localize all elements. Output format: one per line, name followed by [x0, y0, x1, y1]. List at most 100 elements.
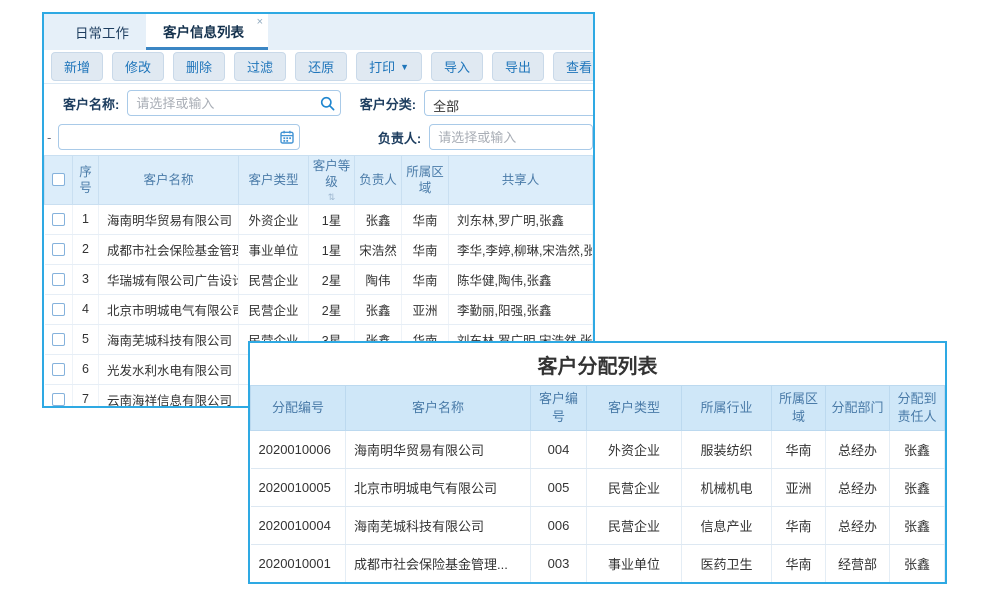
- owner-label: 负责人:: [378, 128, 421, 147]
- sort-icon[interactable]: ⇅: [310, 193, 353, 202]
- row-index: 2: [73, 234, 99, 264]
- add-button[interactable]: 新增: [51, 52, 103, 81]
- row-index: 4: [73, 294, 99, 324]
- region: 华南: [772, 507, 826, 545]
- assignee-link[interactable]: 张鑫: [890, 431, 945, 469]
- customer-type: 外资企业: [239, 204, 309, 234]
- select-all-checkbox[interactable]: [52, 173, 65, 186]
- col-header-customer-type: 客户类型: [587, 386, 682, 431]
- customer-type: 事业单位: [587, 545, 682, 583]
- customer-type: 民营企业: [587, 507, 682, 545]
- department: 经营部: [826, 545, 890, 583]
- customer-name-link[interactable]: 海南明华贸易有限公司: [99, 204, 239, 234]
- table-row: 2020010006 海南明华贸易有限公司 004 外资企业 服装纺织 华南 总…: [251, 431, 945, 469]
- table-row: 4 北京市明城电气有限公司 民营企业 2星 张鑫 亚洲 李勤丽,阳强,张鑫: [45, 294, 593, 324]
- row-checkbox[interactable]: [52, 393, 65, 406]
- owner-link[interactable]: 宋浩然: [355, 234, 402, 264]
- customer-name-link[interactable]: 成都市社会保险基金管理...: [346, 545, 531, 583]
- region: 华南: [402, 264, 449, 294]
- owner-link[interactable]: 张鑫: [355, 294, 402, 324]
- allocation-no-link[interactable]: 2020010004: [251, 507, 346, 545]
- row-index: 7: [73, 384, 99, 408]
- customer-name-link[interactable]: 海南芜城科技有限公司: [346, 507, 531, 545]
- region: 华南: [402, 204, 449, 234]
- col-header-customer-no: 客户编号: [531, 386, 587, 431]
- customer-category-label: 客户分类:: [360, 94, 416, 113]
- tab-label: 客户信息列表: [163, 21, 244, 41]
- export-button[interactable]: 导出: [492, 52, 544, 81]
- customer-no: 003: [531, 545, 587, 583]
- assignee-link[interactable]: 张鑫: [890, 507, 945, 545]
- customer-name-link[interactable]: 海南明华贸易有限公司: [346, 431, 531, 469]
- allocation-no-link[interactable]: 2020010006: [251, 431, 346, 469]
- table-row: 2 成都市社会保险基金管理... 事业单位 1星 宋浩然 华南 李华,李婷,柳琳…: [45, 234, 593, 264]
- tab-bar: 日常工作 客户信息列表 ×: [44, 14, 593, 50]
- delete-button[interactable]: 删除: [173, 52, 225, 81]
- col-header-customer-name: 客户名称: [346, 386, 531, 431]
- row-index: 6: [73, 354, 99, 384]
- modify-button[interactable]: 修改: [112, 52, 164, 81]
- tab-close-icon[interactable]: ×: [257, 16, 263, 28]
- customer-no: 006: [531, 507, 587, 545]
- import-button[interactable]: 导入: [431, 52, 483, 81]
- tab-label: 日常工作: [75, 22, 129, 42]
- date-input[interactable]: [58, 124, 300, 150]
- owner-link[interactable]: 陶伟: [355, 264, 402, 294]
- allocation-no-link[interactable]: 2020010001: [251, 545, 346, 583]
- restore-button[interactable]: 还原: [295, 52, 347, 81]
- customer-level: 2星: [309, 264, 355, 294]
- view-log-button[interactable]: 查看日志: [553, 52, 595, 81]
- row-checkbox[interactable]: [52, 243, 65, 256]
- search-icon[interactable]: [320, 96, 335, 111]
- row-checkbox[interactable]: [52, 333, 65, 346]
- print-button[interactable]: 打印 ▼: [356, 52, 422, 81]
- customer-type: 外资企业: [587, 431, 682, 469]
- shared-users: 李勤丽,阳强,张鑫: [449, 294, 593, 324]
- customer-name-input[interactable]: [127, 90, 340, 116]
- department: 总经办: [826, 469, 890, 507]
- assignee-link[interactable]: 张鑫: [890, 469, 945, 507]
- region: 华南: [772, 545, 826, 583]
- col-header-assignee: 分配到责任人: [890, 386, 945, 431]
- calendar-icon[interactable]: [280, 130, 294, 144]
- customer-name-link[interactable]: 云南海祥信息有限公司: [99, 384, 239, 408]
- customer-name-link[interactable]: 光发水利水电有限公司: [99, 354, 239, 384]
- department: 总经办: [826, 507, 890, 545]
- col-header-shared-users: 共享人: [449, 156, 593, 205]
- row-checkbox[interactable]: [52, 303, 65, 316]
- row-index: 1: [73, 204, 99, 234]
- row-checkbox[interactable]: [52, 363, 65, 376]
- tab-customer-info-list[interactable]: 客户信息列表 ×: [146, 14, 268, 50]
- col-header-customer-level: 客户等级 ⇅: [309, 156, 355, 205]
- filter-area: 客户名称: 客户分类: 全部 - 负责人:: [44, 84, 593, 155]
- tab-daily-work[interactable]: 日常工作: [58, 14, 146, 50]
- department: 总经办: [826, 431, 890, 469]
- col-header-index: 序号: [73, 156, 99, 205]
- col-header-industry: 所属行业: [682, 386, 772, 431]
- filter-button[interactable]: 过滤: [234, 52, 286, 81]
- shared-users: 刘东林,罗广明,张鑫: [449, 204, 593, 234]
- shared-users: 陈华健,陶伟,张鑫: [449, 264, 593, 294]
- allocation-no-link[interactable]: 2020010005: [251, 469, 346, 507]
- owner-link[interactable]: 张鑫: [355, 204, 402, 234]
- row-index: 3: [73, 264, 99, 294]
- row-checkbox[interactable]: [52, 273, 65, 286]
- region: 亚洲: [402, 294, 449, 324]
- row-checkbox[interactable]: [52, 213, 65, 226]
- assignee-link[interactable]: 张鑫: [890, 545, 945, 583]
- customer-level: 1星: [309, 204, 355, 234]
- owner-input[interactable]: [429, 124, 593, 150]
- customer-type: 事业单位: [239, 234, 309, 264]
- shared-users: 李华,李婷,柳琳,宋浩然,张鑫: [449, 234, 593, 264]
- customer-type: 民营企业: [587, 469, 682, 507]
- customer-name-link[interactable]: 北京市明城电气有限公司: [99, 294, 239, 324]
- customer-name-link[interactable]: 华瑞城有限公司广告设计部: [99, 264, 239, 294]
- allocation-table: 分配编号 客户名称 客户编号 客户类型 所属行业 所属区域 分配部门 分配到责任…: [250, 385, 945, 583]
- customer-name-link[interactable]: 海南芜城科技有限公司: [99, 324, 239, 354]
- customer-category-select[interactable]: 全部: [424, 90, 593, 116]
- customer-name-label: 客户名称:: [63, 94, 119, 113]
- table-row: 2020010001 成都市社会保险基金管理... 003 事业单位 医药卫生 …: [251, 545, 945, 583]
- region: 华南: [772, 431, 826, 469]
- customer-name-link[interactable]: 成都市社会保险基金管理...: [99, 234, 239, 264]
- customer-name-link[interactable]: 北京市明城电气有限公司: [346, 469, 531, 507]
